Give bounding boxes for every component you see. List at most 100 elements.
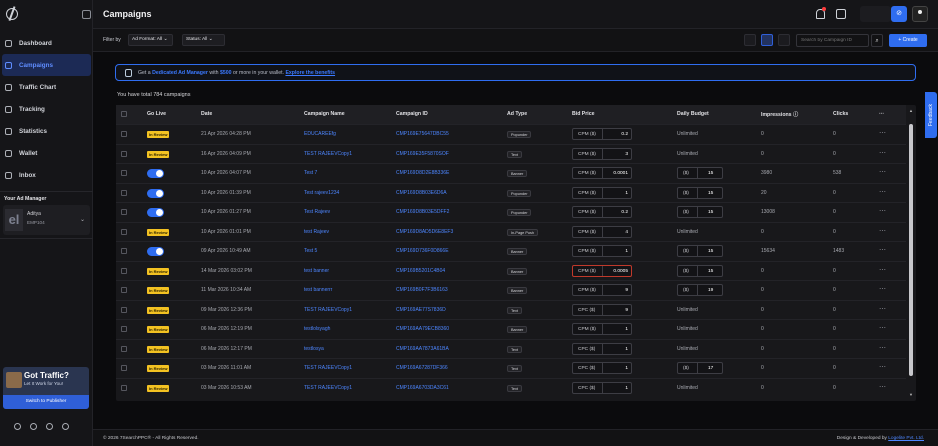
campaign-name-link[interactable]: testlosya [304,346,324,352]
campaign-id-link[interactable]: CMP169D8D2E8B336E [396,170,449,176]
column-header[interactable]: Impressions ⓘ [761,111,798,118]
table-row[interactable]: 10 Apr 2026 04:07 PM Test 7 CMP169D8D2E8B3… [116,163,906,183]
more-actions-icon[interactable]: ⋯ [879,344,886,352]
row-checkbox[interactable] [121,365,127,371]
wallet-balance[interactable] [860,6,891,22]
status-select[interactable]: Status: All ⌄ [182,34,225,46]
campaign-id-link[interactable]: CMP169B5201C4B04 [396,268,445,274]
row-checkbox[interactable] [121,267,127,274]
daily-budget-input[interactable]: ($) 17 [677,362,723,374]
daily-budget-input[interactable]: ($) 15 [677,186,723,199]
logo-icon[interactable] [6,8,18,20]
row-checkbox[interactable] [121,150,127,157]
bid-price-input[interactable]: CPM ($) 0.0005 [572,264,632,277]
more-actions-icon[interactable]: ⋯ [879,305,886,313]
daily-budget-input[interactable]: ($) 19 [677,284,723,296]
designed-by-link[interactable]: Logelite Pvt. Ltd. [888,436,924,441]
sidebar-item-statistics[interactable]: Statistics [0,120,93,142]
chat-icon[interactable] [30,423,37,430]
campaign-name-link[interactable]: Test 5 [304,248,317,254]
table-row[interactable]: In Review 11 Mar 2026 10:34 AM test banner… [116,280,906,300]
column-header[interactable]: Campaign Name [304,111,345,117]
column-header[interactable]: Date [201,111,212,117]
campaign-id-link[interactable]: CMP169AE77S7836D [396,307,446,313]
row-checkbox[interactable] [121,306,127,313]
campaign-id-link[interactable]: CMP169D8AD5D6E8EF3 [396,229,453,235]
sidebar-item-dashboard[interactable]: Dashboard [0,32,93,54]
more-actions-icon[interactable]: ⋯ [879,246,886,254]
feedback-tab[interactable]: Feedback [925,92,937,138]
select-all-checkbox[interactable] [121,111,127,117]
bid-price-input[interactable]: CPM ($) 1 [572,323,632,335]
campaign-id-link[interactable]: CMP169D736F0D866E [396,248,449,254]
go-live-toggle[interactable] [147,208,164,217]
table-row[interactable]: In Review 03 Mar 2026 11:01 AM TEST RAJEEV… [116,358,906,378]
column-header[interactable]: Campaign ID [396,111,428,117]
campaign-id-link[interactable]: CMP169E75647DBC55 [396,131,449,137]
table-row[interactable]: 10 Apr 2026 01:39 PM Test rajeev1234 CMP16… [116,182,906,203]
info-icon[interactable] [62,423,69,430]
campaign-id-link[interactable]: CMP169E35F5870SOF [396,151,449,157]
table-row[interactable]: 09 Apr 2026 10:49 AM Test 5 CMP169D736F0D8… [116,241,906,261]
table-row[interactable]: In Review 16 Apr 2026 04:09 PM TEST RAJEEV… [116,143,906,164]
column-header[interactable]: Ad Type [507,111,527,117]
column-header[interactable]: Daily Budget [677,111,709,117]
campaign-id-link[interactable]: CMP169D8B03E5DFF2 [396,209,449,215]
ad-format-select[interactable]: Ad Format: All ⌄ [128,34,173,46]
bid-price-input[interactable]: CPM ($) 3 [572,147,632,160]
row-checkbox[interactable] [121,345,127,352]
table-row[interactable]: 10 Apr 2026 01:27 PM Test Rajeev CMP169D8B… [116,202,906,222]
mail-icon[interactable] [46,423,53,430]
sidebar-item-wallet[interactable]: Wallet [0,142,93,164]
daily-budget-input[interactable]: ($) 15 [677,245,723,257]
campaign-name-link[interactable]: test banner [304,268,329,274]
bid-price-input[interactable]: CPM ($) 1 [572,186,632,199]
go-live-toggle[interactable] [147,188,164,198]
more-actions-icon[interactable]: ⋯ [879,188,886,196]
row-checkbox[interactable] [121,228,127,235]
go-live-toggle[interactable] [147,247,164,256]
chevron-down-icon[interactable]: ⌄ [80,216,85,223]
campaign-id-link[interactable]: CMP169AA79ECB8360 [396,326,449,332]
row-checkbox[interactable] [121,248,127,254]
campaign-name-link[interactable]: Test Rajeev [304,209,330,215]
campaign-name-link[interactable]: testlolsyagh [304,326,330,332]
row-checkbox[interactable] [121,131,127,137]
scroll-up-icon[interactable]: ▲ [909,108,913,113]
bid-price-input[interactable]: CPM ($) 1 [572,245,632,257]
search-input[interactable] [796,34,869,47]
row-checkbox[interactable] [121,326,127,332]
campaign-id-link[interactable]: CMP169A6703DA3C61 [396,385,449,391]
column-header[interactable]: Clicks [833,111,848,117]
campaign-name-link[interactable]: TEST RAJEEVCopy1 [304,385,352,391]
more-actions-icon[interactable]: ⋯ [879,227,886,235]
explore-benefits-link[interactable]: Explore the benefits [285,70,335,76]
campaign-id-link[interactable]: CMP169B0F7F3B6163 [396,287,448,293]
switch-to-publisher-button[interactable]: Switch to Publisher [3,395,89,409]
campaign-name-link[interactable]: Test rajeev1234 [304,190,339,196]
more-actions-icon[interactable]: ⋯ [879,129,886,137]
campaign-name-link[interactable]: TEST RAJEEVCopy1 [304,365,352,371]
sidebar-item-inbox[interactable]: Inbox [0,164,93,186]
column-settings-icon[interactable] [744,34,756,46]
daily-budget-input[interactable]: ($) 15 [677,167,723,179]
more-actions-icon[interactable]: ⋯ [879,168,886,176]
bid-price-input[interactable]: CPM ($) 0.2 [572,206,632,218]
more-actions-icon[interactable]: ⋯ [879,149,886,157]
more-actions-icon[interactable]: ⋯ [879,363,886,371]
column-header[interactable]: Bid Price [572,111,595,117]
bid-price-input[interactable]: CPC ($) 1 [572,381,632,394]
table-row[interactable]: In Review 03 Mar 2026 10:53 AM TEST RAJEEV… [116,377,906,398]
campaign-name-link[interactable]: test bannerrr [304,287,332,293]
wallet-icon[interactable]: ⊘ [891,6,907,22]
table-row[interactable]: In Review 14 Mar 2026 03:02 PM test banner… [116,260,906,281]
row-checkbox[interactable] [121,189,127,196]
scrollbar-thumb[interactable] [909,124,913,376]
create-campaign-button[interactable]: + Create [889,34,927,47]
campaign-id-link[interactable]: CMP169D8B03E6D6A [396,190,447,196]
collapse-sidebar-icon[interactable] [82,10,91,19]
row-checkbox[interactable] [121,170,127,176]
list-view-icon[interactable] [761,34,773,46]
bid-price-input[interactable]: CPM ($) 0.2 [572,128,632,140]
campaign-name-link[interactable]: Test 7 [304,170,317,176]
